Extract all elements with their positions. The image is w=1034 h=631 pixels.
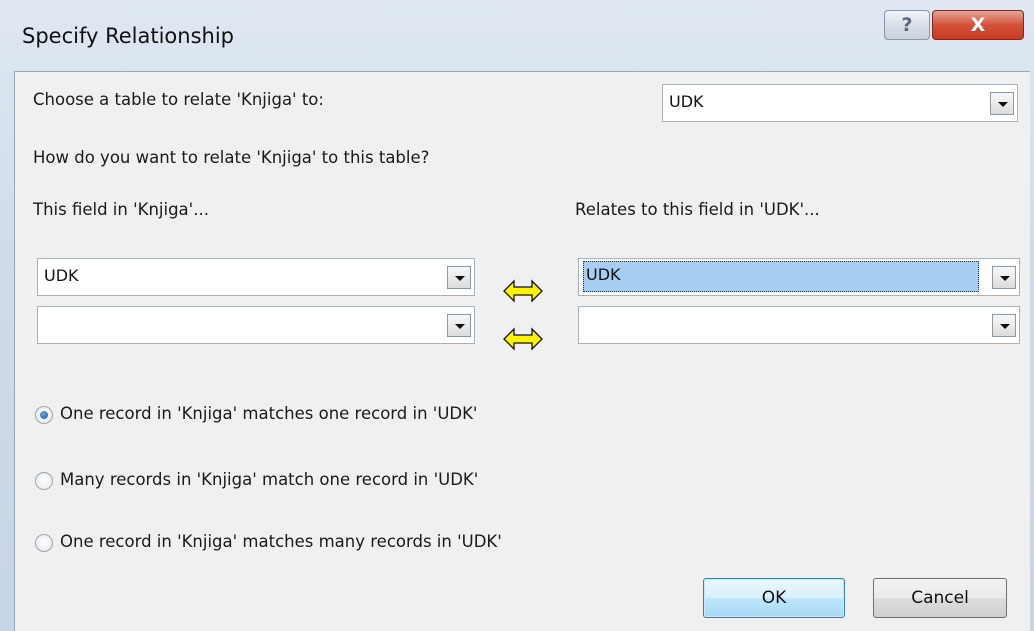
cancel-button[interactable]: Cancel xyxy=(873,578,1007,618)
double-arrow-icon xyxy=(503,279,543,303)
radio-label: One record in 'Knjiga' matches one recor… xyxy=(60,404,478,423)
left-field-header: This field in 'Knjiga'... xyxy=(33,200,209,219)
left-field-value-1: UDK xyxy=(44,266,79,285)
relate-question: How do you want to relate 'Knjiga' to th… xyxy=(33,148,430,167)
title-bar[interactable]: Specify Relationship ? X xyxy=(0,0,1034,70)
close-button[interactable]: X xyxy=(932,10,1024,40)
chevron-down-icon[interactable] xyxy=(990,92,1014,115)
left-field-select-1[interactable]: UDK xyxy=(37,258,475,296)
chevron-down-icon[interactable] xyxy=(447,266,471,289)
chevron-down-icon[interactable] xyxy=(447,314,471,337)
right-field-select-2[interactable] xyxy=(578,306,1020,344)
chevron-down-icon[interactable] xyxy=(992,266,1016,289)
right-field-header: Relates to this field in 'UDK'... xyxy=(575,200,820,219)
relate-table-value: UDK xyxy=(669,92,704,111)
window-title: Specify Relationship xyxy=(22,24,234,48)
dialog-window: Specify Relationship ? X Choose a table … xyxy=(0,0,1034,631)
radio-button[interactable] xyxy=(35,534,53,552)
right-field-value-1: UDK xyxy=(583,261,979,292)
help-icon: ? xyxy=(901,14,913,36)
dialog-body: Choose a table to relate 'Knjiga' to: UD… xyxy=(14,71,1030,631)
radio-label: One record in 'Knjiga' matches many reco… xyxy=(60,532,502,551)
right-field-select-1[interactable]: UDK xyxy=(578,258,1020,296)
chevron-down-icon[interactable] xyxy=(992,314,1016,337)
radio-label: Many records in 'Knjiga' match one recor… xyxy=(60,470,479,489)
left-field-select-2[interactable] xyxy=(37,306,475,344)
help-button[interactable]: ? xyxy=(884,10,930,40)
double-arrow-icon xyxy=(503,327,543,351)
radio-button-checked[interactable] xyxy=(35,406,53,424)
close-icon: X xyxy=(970,14,986,36)
relate-table-select[interactable]: UDK xyxy=(662,84,1018,122)
radio-button[interactable] xyxy=(35,472,53,490)
ok-button[interactable]: OK xyxy=(703,578,845,618)
relate-table-label: Choose a table to relate 'Knjiga' to: xyxy=(33,90,324,109)
